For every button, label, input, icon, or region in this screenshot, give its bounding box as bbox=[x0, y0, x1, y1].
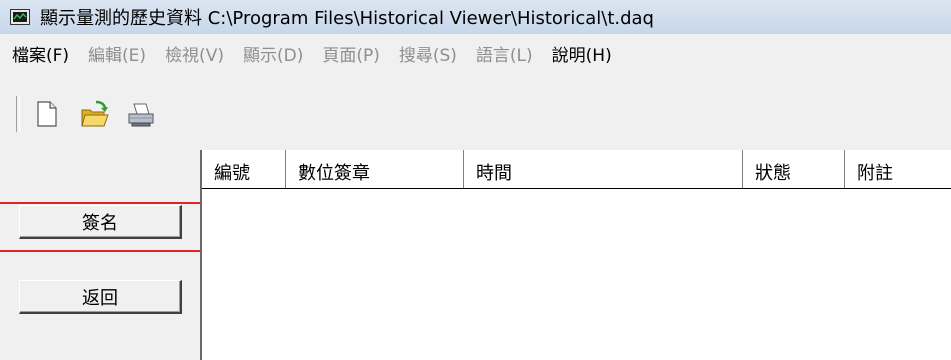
menu-help[interactable]: 說明(H) bbox=[552, 41, 612, 66]
menu-search[interactable]: 搜尋(S) bbox=[399, 41, 457, 66]
menu-display[interactable]: 顯示(D) bbox=[243, 41, 303, 66]
toolbar-grip[interactable] bbox=[16, 96, 20, 132]
menu-bar: 檔案(F) 編輯(E) 檢視(V) 顯示(D) 頁面(P) 搜尋(S) 語言(L… bbox=[0, 34, 951, 72]
column-time[interactable]: 時間 bbox=[464, 150, 743, 188]
menu-file[interactable]: 檔案(F) bbox=[12, 41, 69, 66]
new-document-button[interactable] bbox=[34, 98, 62, 132]
print-icon bbox=[128, 103, 154, 127]
title-bar: 顯示量測的歷史資料 C:\Program Files\Historical Vi… bbox=[0, 0, 951, 35]
menu-language[interactable]: 語言(L) bbox=[476, 41, 533, 66]
print-button[interactable] bbox=[126, 98, 154, 132]
list-header: 編號 數位簽章 時間 狀態 附註 bbox=[202, 150, 951, 188]
back-button[interactable]: 返回 bbox=[19, 280, 182, 314]
record-list[interactable]: 編號 數位簽章 時間 狀態 附註 bbox=[200, 150, 951, 360]
open-folder-icon bbox=[81, 100, 109, 127]
menu-edit[interactable]: 編輯(E) bbox=[88, 41, 146, 66]
column-note[interactable]: 附註 bbox=[845, 150, 951, 188]
column-status[interactable]: 狀態 bbox=[743, 150, 845, 188]
column-number[interactable]: 編號 bbox=[202, 150, 286, 188]
menu-view[interactable]: 檢視(V) bbox=[165, 41, 224, 66]
header-divider bbox=[202, 188, 951, 189]
toolbar bbox=[0, 72, 951, 150]
window-title: 顯示量測的歷史資料 C:\Program Files\Historical Vi… bbox=[40, 8, 654, 29]
open-folder-button[interactable] bbox=[80, 98, 109, 132]
highlight-annotation bbox=[0, 202, 208, 252]
menu-page[interactable]: 頁面(P) bbox=[322, 41, 380, 66]
chart-monitor-icon bbox=[10, 9, 30, 25]
side-panel bbox=[0, 150, 200, 360]
column-digital-signature[interactable]: 數位簽章 bbox=[286, 150, 464, 188]
new-document-icon bbox=[37, 101, 57, 127]
